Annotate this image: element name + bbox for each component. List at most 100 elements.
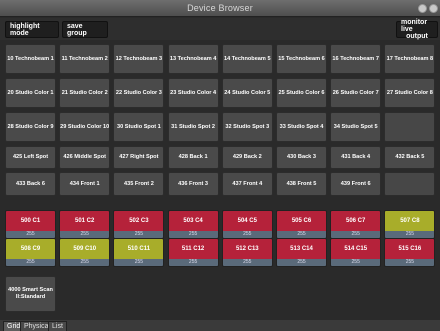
minimize-icon[interactable] bbox=[418, 4, 427, 13]
selected-device-505-c6[interactable]: 505 C6 255 bbox=[276, 210, 327, 239]
selected-device-label: 506 C7 bbox=[331, 211, 381, 231]
highlight-mode-button[interactable]: highlight mode bbox=[5, 21, 59, 38]
device-label: 31 Studio Spot 2 bbox=[171, 123, 215, 130]
selected-device-501-c2[interactable]: 501 C2 255 bbox=[59, 210, 111, 239]
device-20-studio-color-1[interactable]: 20 Studio Color 1 bbox=[5, 78, 56, 108]
device-431-back-4[interactable]: 431 Back 4 bbox=[330, 146, 382, 169]
device-27-studio-color-8[interactable]: 27 Studio Color 8 bbox=[384, 78, 436, 108]
device-31-studio-spot-2[interactable]: 31 Studio Spot 2 bbox=[167, 112, 219, 142]
device-11-technobeam-2[interactable]: 11 Technobeam 2 bbox=[59, 44, 111, 74]
intensity-value: 255 bbox=[6, 259, 55, 266]
intensity-value: 255 bbox=[6, 231, 55, 238]
selected-device-512-c13[interactable]: 512 C13 255 bbox=[221, 238, 273, 267]
device-428-back-1[interactable]: 428 Back 1 bbox=[167, 146, 219, 169]
intensity-value: 255 bbox=[277, 259, 326, 266]
selected-device-label: 507 C8 bbox=[385, 211, 435, 231]
selected-device-label: 500 C1 bbox=[6, 211, 55, 231]
device-439-front-6[interactable]: 439 Front 6 bbox=[330, 172, 382, 196]
device-438-front-5[interactable]: 438 Front 5 bbox=[276, 172, 327, 196]
device-28-studio-color-9[interactable]: 28 Studio Color 9 bbox=[5, 112, 56, 142]
title-bar: Device Browser bbox=[0, 0, 440, 17]
selected-device-500-c1[interactable]: 500 C1 255 bbox=[5, 210, 56, 239]
intensity-value: 255 bbox=[222, 259, 272, 266]
selected-device-507-c8[interactable]: 507 C8 255 bbox=[384, 210, 436, 239]
device-label: 15 Technobeam 6 bbox=[278, 55, 325, 62]
selected-device-label: 508 C9 bbox=[6, 239, 55, 259]
selected-device-511-c12[interactable]: 511 C12 255 bbox=[167, 238, 219, 267]
device-426-middle-spot[interactable]: 426 Middle Spot bbox=[59, 146, 111, 169]
device-24-studio-color-5[interactable]: 24 Studio Color 5 bbox=[221, 78, 273, 108]
selected-device-506-c7[interactable]: 506 C7 255 bbox=[330, 210, 382, 239]
device-10-technobeam-1[interactable]: 10 Technobeam 1 bbox=[5, 44, 56, 74]
device-label: 433 Back 6 bbox=[16, 180, 45, 187]
device-433-back-6[interactable]: 433 Back 6 bbox=[5, 172, 56, 196]
selected-device-label: 503 C4 bbox=[168, 211, 218, 231]
selected-device-508-c9[interactable]: 508 C9 255 bbox=[5, 238, 56, 267]
device-30-studio-spot-1[interactable]: 30 Studio Spot 1 bbox=[113, 112, 165, 142]
device-427-right-spot[interactable]: 427 Right Spot bbox=[113, 146, 165, 169]
device-label: 22 Studio Color 3 bbox=[115, 89, 162, 96]
device-label: 431 Back 4 bbox=[341, 154, 371, 160]
device-label: 27 Studio Color 8 bbox=[386, 89, 433, 96]
monitor-label-line2: output bbox=[406, 33, 428, 40]
close-icon[interactable] bbox=[429, 4, 438, 13]
device-33-studio-spot-4[interactable]: 33 Studio Spot 4 bbox=[276, 112, 327, 142]
device-label: 439 Front 6 bbox=[340, 180, 371, 187]
intensity-value: 255 bbox=[277, 231, 326, 238]
selected-device-515-c16[interactable]: 515 C16 255 bbox=[384, 238, 436, 267]
device-label: 34 Studio Spot 5 bbox=[333, 123, 378, 130]
selected-device-504-c5[interactable]: 504 C5 255 bbox=[221, 210, 273, 239]
device-432-back-5[interactable]: 432 Back 5 bbox=[384, 146, 436, 169]
device-32-studio-spot-3[interactable]: 32 Studio Spot 3 bbox=[221, 112, 273, 142]
device-29-studio-color-10[interactable]: 29 Studio Color 10 bbox=[59, 112, 111, 142]
device-26-studio-color-7[interactable]: 26 Studio Color 7 bbox=[330, 78, 382, 108]
device-label: 13 Technobeam 4 bbox=[169, 55, 217, 62]
device-25-studio-color-6[interactable]: 25 Studio Color 6 bbox=[276, 78, 327, 108]
device-13-technobeam-4[interactable]: 13 Technobeam 4 bbox=[167, 44, 219, 74]
selected-device-510-c11[interactable]: 510 C11 255 bbox=[113, 238, 165, 267]
save-group-button[interactable]: save group bbox=[62, 21, 108, 38]
device-21-studio-color-2[interactable]: 21 Studio Color 2 bbox=[59, 78, 111, 108]
device-label: 24 Studio Color 5 bbox=[224, 89, 271, 96]
selected-device-514-c15[interactable]: 514 C15 255 bbox=[330, 238, 382, 267]
device-label: 435 Front 2 bbox=[123, 180, 154, 187]
device-34-studio-spot-5[interactable]: 34 Studio Spot 5 bbox=[330, 112, 382, 142]
device-label: 425 Left Spot bbox=[12, 154, 49, 160]
device-label: 437 Front 4 bbox=[232, 180, 263, 187]
device-17-technobeam-8[interactable]: 17 Technobeam 8 bbox=[384, 44, 436, 74]
device-14-technobeam-5[interactable]: 14 Technobeam 5 bbox=[221, 44, 273, 74]
toolbar: highlight mode save group monitor live o… bbox=[0, 18, 440, 40]
selected-device-label: 502 C3 bbox=[114, 211, 164, 231]
device-4000-smart-scan-ii-standard[interactable]: 4000 Smart Scan II:Standard bbox=[5, 276, 56, 312]
intensity-value: 255 bbox=[168, 231, 218, 238]
device-429-back-2[interactable]: 429 Back 2 bbox=[221, 146, 273, 169]
selected-device-label: 505 C6 bbox=[277, 211, 326, 231]
device-22-studio-color-3[interactable]: 22 Studio Color 3 bbox=[113, 78, 165, 108]
device-436-front-3[interactable]: 436 Front 3 bbox=[167, 172, 219, 196]
device-label: 20 Studio Color 1 bbox=[7, 89, 54, 96]
selected-device-509-c10[interactable]: 509 C10 255 bbox=[59, 238, 111, 267]
device-label: 426 Middle Spot bbox=[63, 154, 106, 160]
device-425-left-spot[interactable]: 425 Left Spot bbox=[5, 146, 56, 169]
intensity-value: 255 bbox=[60, 259, 110, 266]
device-label: 430 Back 3 bbox=[287, 154, 316, 160]
monitor-label-line1: monitor live bbox=[401, 19, 428, 33]
device-12-technobeam-3[interactable]: 12 Technobeam 3 bbox=[113, 44, 165, 74]
device-16-technobeam-7[interactable]: 16 Technobeam 7 bbox=[330, 44, 382, 74]
device-435-front-2[interactable]: 435 Front 2 bbox=[113, 172, 165, 196]
monitor-live-output-button[interactable]: monitor live output bbox=[396, 19, 438, 40]
selected-device-502-c3[interactable]: 502 C3 255 bbox=[113, 210, 165, 239]
device-label: 25 Studio Color 6 bbox=[278, 89, 325, 96]
selected-device-513-c14[interactable]: 513 C14 255 bbox=[276, 238, 327, 267]
intensity-value: 255 bbox=[60, 231, 110, 238]
selected-device-503-c4[interactable]: 503 C4 255 bbox=[167, 210, 219, 239]
device-437-front-4[interactable]: 437 Front 4 bbox=[221, 172, 273, 196]
intensity-value: 255 bbox=[385, 259, 435, 266]
device-23-studio-color-4[interactable]: 23 Studio Color 4 bbox=[167, 78, 219, 108]
tab-list[interactable]: List bbox=[48, 321, 67, 331]
device-15-technobeam-6[interactable]: 15 Technobeam 6 bbox=[276, 44, 327, 74]
device-430-back-3[interactable]: 430 Back 3 bbox=[276, 146, 327, 169]
device-label: 4000 Smart Scan II:Standard bbox=[8, 287, 53, 300]
device-434-front-1[interactable]: 434 Front 1 bbox=[59, 172, 111, 196]
selected-device-label: 504 C5 bbox=[222, 211, 272, 231]
